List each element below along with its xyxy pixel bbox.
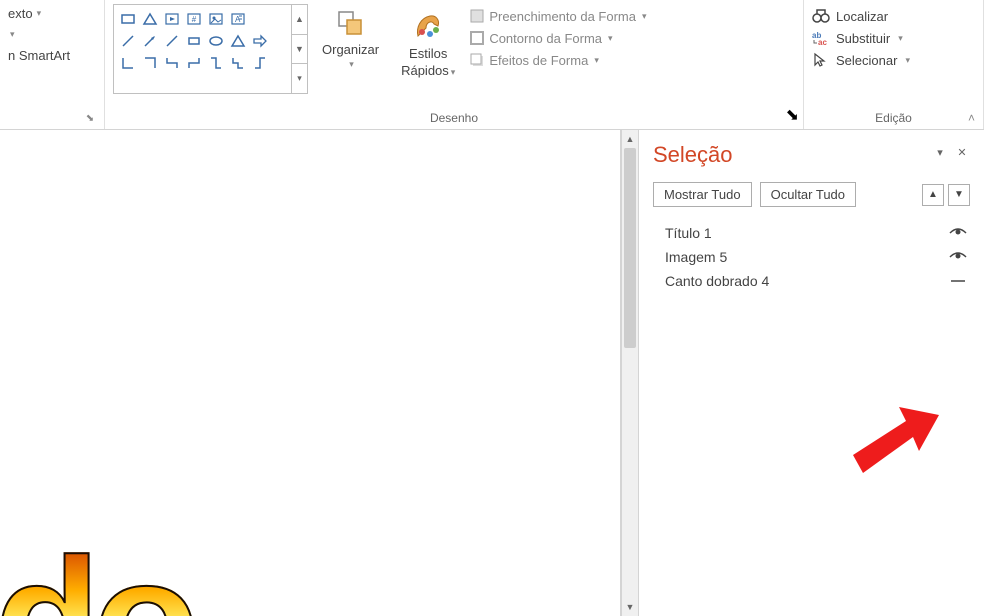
shape-c5-icon[interactable] — [206, 53, 226, 73]
dialog-launcher-icon[interactable]: ⬊ — [786, 105, 799, 125]
shape-c6-icon[interactable] — [228, 53, 248, 73]
scroll-down-icon[interactable]: ▼ — [622, 598, 638, 616]
hide-all-button[interactable]: Ocultar Tudo — [760, 182, 856, 207]
gallery-more-icon[interactable]: ▾ — [292, 64, 307, 93]
gallery-scrollbar: ▲ ▼ ▾ — [291, 5, 307, 93]
ribbon: exto▾ ▾ n SmartArt ⬊ # A — [0, 0, 984, 130]
layer-name[interactable]: Canto dobrado 4 — [665, 273, 946, 289]
visibility-toggle[interactable] — [946, 227, 970, 239]
quick-styles-icon — [410, 8, 446, 44]
shape-c1-icon[interactable] — [118, 53, 138, 73]
shape-fill-button[interactable]: Preenchimento da Forma▾ — [469, 8, 646, 24]
shapes-gallery[interactable]: # A — [113, 4, 308, 94]
shape-textbox-icon[interactable]: A — [228, 9, 248, 29]
shape-oval-icon[interactable] — [206, 31, 226, 51]
selection-pane: ▾ ✕ Seleção Mostrar Tudo Ocultar Tudo ▲ … — [639, 130, 984, 616]
effects-icon — [469, 52, 485, 68]
text-button-2[interactable]: ▾ — [8, 27, 70, 42]
shape-line3-icon[interactable] — [162, 31, 182, 51]
shape-effects-button[interactable]: Efeitos de Forma▾ — [469, 52, 646, 68]
arrange-icon — [335, 8, 367, 40]
layer-item[interactable]: Canto dobrado 4 — [665, 273, 970, 289]
shape-rect2-icon[interactable] — [184, 31, 204, 51]
select-button[interactable]: Selecionar▾ — [812, 52, 910, 68]
ribbon-group-editing: Localizar abac Substituir▾ Selecionar▾ E… — [804, 0, 984, 129]
eye-icon — [948, 227, 968, 239]
move-down-button[interactable]: ▼ — [948, 184, 970, 206]
arrange-button[interactable]: Organizar ▾ — [314, 4, 387, 74]
dropdown-icon: ▾ — [349, 59, 354, 70]
svg-text:ac: ac — [818, 38, 827, 46]
drawing-group-label: Desenho — [113, 109, 795, 127]
layer-name[interactable]: Imagem 5 — [665, 249, 946, 265]
find-button[interactable]: Localizar — [812, 8, 910, 24]
hidden-icon — [948, 275, 968, 287]
replace-icon: abac — [812, 30, 830, 46]
ribbon-group-drawing: # A — [105, 0, 804, 129]
vertical-scrollbar: ▲ ▼ — [621, 130, 639, 616]
gallery-up-icon[interactable]: ▲ — [292, 5, 307, 35]
layer-item[interactable]: Título 1 — [665, 225, 970, 241]
layer-name[interactable]: Título 1 — [665, 225, 946, 241]
shape-c2-icon[interactable] — [140, 53, 160, 73]
shape-outline-button[interactable]: Contorno da Forma▾ — [469, 30, 646, 46]
shape-c4-icon[interactable] — [184, 53, 204, 73]
scroll-track[interactable] — [622, 148, 638, 598]
shape-number-icon[interactable]: # — [184, 9, 204, 29]
workspace: udo ▲ ▼ ▾ ✕ Seleção Mostrar Tudo Ocultar… — [0, 130, 984, 616]
fill-icon — [469, 8, 485, 24]
quick-styles-button[interactable]: Estilos Rápidos▾ — [393, 4, 463, 82]
slide-area[interactable]: udo — [0, 130, 621, 616]
shape-pic-icon[interactable] — [206, 9, 226, 29]
shape-triangle-icon[interactable] — [140, 9, 160, 29]
dialog-launcher-icon[interactable]: ⬊ — [84, 113, 96, 125]
outline-icon — [469, 30, 485, 46]
layer-list: Título 1 Imagem 5 Canto dobrado 4 — [653, 225, 970, 289]
shape-rect-icon[interactable] — [118, 9, 138, 29]
ribbon-group-text: exto▾ ▾ n SmartArt ⬊ — [0, 0, 105, 129]
fire-text: udo — [0, 520, 192, 616]
layer-item[interactable]: Imagem 5 — [665, 249, 970, 265]
pane-menu-icon[interactable]: ▾ — [932, 144, 948, 160]
replace-button[interactable]: abac Substituir▾ — [812, 30, 910, 46]
scroll-thumb[interactable] — [624, 148, 636, 348]
eye-icon — [948, 251, 968, 263]
visibility-toggle[interactable] — [946, 275, 970, 287]
collapse-ribbon-icon[interactable]: ˄ — [968, 111, 975, 125]
quick-styles-label-1: Estilos — [409, 46, 447, 61]
shape-c7-icon[interactable] — [250, 53, 270, 73]
shape-c3-icon[interactable] — [162, 53, 182, 73]
pane-title: Seleção — [653, 142, 970, 168]
move-up-button[interactable]: ▲ — [922, 184, 944, 206]
shape-rarrow-icon[interactable] — [250, 31, 270, 51]
slide-canvas: udo — [0, 180, 500, 600]
visibility-toggle[interactable] — [946, 251, 970, 263]
binoculars-icon — [812, 8, 830, 24]
annotation-arrow — [851, 407, 941, 477]
editing-group-label: Edição — [812, 109, 975, 127]
ribbon-group-divider: ⬊ — [8, 123, 96, 127]
scroll-up-icon[interactable]: ▲ — [622, 130, 638, 148]
show-all-button[interactable]: Mostrar Tudo — [653, 182, 752, 207]
svg-text:#: # — [192, 15, 197, 24]
shape-arrow-icon[interactable] — [140, 31, 160, 51]
close-icon[interactable]: ✕ — [954, 144, 970, 160]
shape-play-icon[interactable] — [162, 9, 182, 29]
shape-line-icon[interactable] — [118, 31, 138, 51]
quick-styles-label-2: Rápidos — [401, 63, 449, 78]
gallery-down-icon[interactable]: ▼ — [292, 35, 307, 65]
shape-tri2-icon[interactable] — [228, 31, 248, 51]
smartart-button[interactable]: n SmartArt — [8, 46, 70, 65]
text-button[interactable]: exto▾ — [8, 4, 70, 23]
arrange-label: Organizar — [322, 42, 379, 57]
cursor-icon — [812, 52, 830, 68]
